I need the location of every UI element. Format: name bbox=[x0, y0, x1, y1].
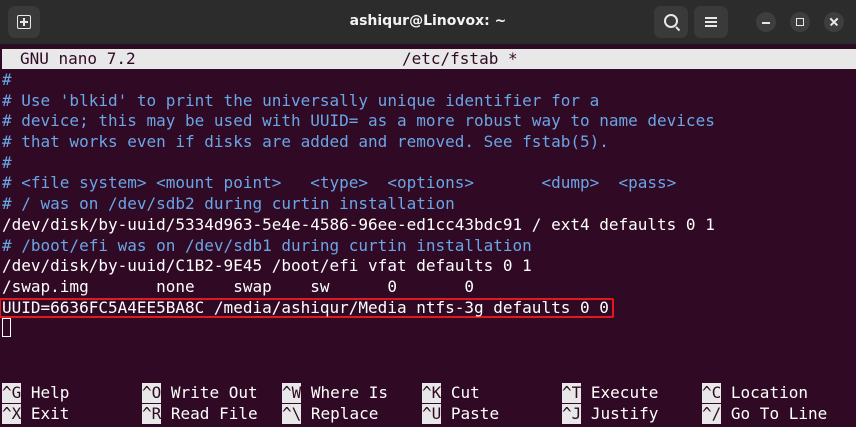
editor-line: # <file system> <mount point> <type> <op… bbox=[2, 173, 715, 194]
minimize-icon bbox=[762, 22, 770, 24]
shortcut-label: Write Out bbox=[170, 383, 258, 402]
shortcut-key: ^K bbox=[422, 383, 442, 403]
shortcut-read-file[interactable]: ^R Read File bbox=[142, 403, 258, 424]
search-button[interactable] bbox=[654, 6, 688, 38]
editor-line: UUID=6636FC5A4EE5BA8C /media/ashiqur/Med… bbox=[0, 297, 715, 319]
comment-line-text: # device; this may be used with UUID= as… bbox=[2, 111, 715, 131]
shortcut-key: ^/ bbox=[702, 403, 722, 424]
shortcut-label: Execute bbox=[590, 383, 659, 402]
title-bar: ashiqur@Linovox: ~ bbox=[0, 0, 856, 45]
editor-line: /swap.img none swap sw 0 0 bbox=[2, 277, 715, 298]
entry-line-text: /dev/disk/by-uuid/5334d963-5e4e-4586-96e… bbox=[2, 214, 715, 234]
comment-line-text: # Use 'blkid' to print the universally u… bbox=[2, 90, 600, 110]
shortcut-paste[interactable]: ^U Paste bbox=[422, 403, 500, 424]
shortcut-cut[interactable]: ^K Cut bbox=[422, 383, 480, 403]
terminal-area[interactable]: GNU nano 7.2 /etc/fstab * # # Use 'blkid'… bbox=[0, 45, 856, 427]
shortcut-key: ^G bbox=[2, 383, 22, 403]
shortcut-key: ^T bbox=[562, 383, 582, 403]
shortcut-label: Location bbox=[730, 383, 808, 402]
editor-line: /dev/disk/by-uuid/5334d963-5e4e-4586-96e… bbox=[2, 215, 715, 236]
shortcut-where-is[interactable]: ^W Where Is bbox=[282, 383, 388, 403]
shortcut-key: ^\ bbox=[282, 403, 302, 424]
comment-line-text: # that works even if disks are added and… bbox=[2, 132, 609, 152]
shortcut-label: Justify bbox=[590, 403, 659, 423]
close-button[interactable] bbox=[824, 12, 844, 32]
shortcut-write-out[interactable]: ^O Write Out bbox=[142, 383, 258, 403]
shortcut-key: ^C bbox=[702, 383, 722, 403]
comment-line-text: # bbox=[2, 70, 12, 89]
comment-line-text: # bbox=[2, 152, 12, 172]
cursor-line bbox=[2, 318, 715, 339]
editor-line: # device; this may be used with UUID= as… bbox=[2, 111, 715, 132]
comment-line-text: # / was on /dev/sdb2 during curtin insta… bbox=[2, 194, 455, 214]
shortcut-key: ^X bbox=[2, 403, 22, 424]
editor-buffer[interactable]: # # Use 'blkid' to print the universally … bbox=[0, 70, 715, 339]
shortcut-bar: ^G Help ^O Write Out ^W Where Is ^K Cut ^T E… bbox=[2, 383, 856, 425]
nano-header-bar: GNU nano 7.2 /etc/fstab * bbox=[2, 49, 856, 69]
hamburger-menu-icon bbox=[705, 17, 717, 27]
editor-line: /dev/disk/by-uuid/C1B2-9E45 /boot/efi vf… bbox=[2, 256, 715, 277]
editor-line: # /boot/efi was on /dev/sdb1 during curt… bbox=[2, 236, 715, 257]
search-icon bbox=[664, 14, 678, 28]
menu-button[interactable] bbox=[694, 6, 728, 38]
shortcut-key: ^O bbox=[142, 383, 162, 403]
shortcut-go-to-line[interactable]: ^/ Go To Line bbox=[702, 403, 828, 424]
shortcut-label: Read File bbox=[170, 403, 258, 423]
shortcut-location[interactable]: ^C Location bbox=[702, 383, 808, 403]
shortcut-label: Paste bbox=[450, 403, 500, 423]
shortcut-help[interactable]: ^G Help bbox=[2, 383, 69, 403]
maximize-icon bbox=[796, 18, 804, 26]
maximize-button[interactable] bbox=[790, 12, 810, 32]
text-cursor bbox=[2, 318, 11, 338]
shortcut-key: ^U bbox=[422, 403, 442, 424]
shortcut-key: ^W bbox=[282, 383, 302, 403]
comment-line-text: # <file system> <mount point> <type> <op… bbox=[2, 173, 677, 193]
nano-version: GNU nano 7.2 bbox=[20, 49, 136, 68]
shortcut-execute[interactable]: ^T Execute bbox=[562, 383, 658, 403]
shortcut-label: Go To Line bbox=[730, 403, 828, 423]
shortcut-label: Cut bbox=[450, 383, 480, 402]
shortcut-justify[interactable]: ^J Justify bbox=[562, 403, 659, 424]
editor-line: # that works even if disks are added and… bbox=[2, 132, 715, 153]
shortcut-exit[interactable]: ^X Exit bbox=[2, 403, 70, 424]
shortcut-label: Exit bbox=[30, 403, 70, 423]
comment-line-text: # /boot/efi was on /dev/sdb1 during curt… bbox=[2, 235, 532, 255]
shortcut-key: ^R bbox=[142, 403, 162, 424]
editor-line: # / was on /dev/sdb2 during curtin insta… bbox=[2, 194, 715, 215]
editor-line: # bbox=[2, 70, 715, 91]
shortcut-label: Replace bbox=[310, 403, 379, 423]
shortcut-replace[interactable]: ^\ Replace bbox=[282, 403, 379, 424]
highlighted-fstab-entry: UUID=6636FC5A4EE5BA8C /media/ashiqur/Med… bbox=[0, 297, 614, 318]
nano-filename: /etc/fstab * bbox=[402, 49, 518, 68]
entry-line-text: /dev/disk/by-uuid/C1B2-9E45 /boot/efi vf… bbox=[2, 256, 532, 276]
minimize-button[interactable] bbox=[756, 12, 776, 32]
editor-line: # bbox=[2, 153, 715, 174]
editor-line: # Use 'blkid' to print the universally u… bbox=[2, 91, 715, 112]
shortcut-label: Where Is bbox=[310, 383, 388, 402]
entry-line-text: /swap.img none swap sw 0 0 bbox=[2, 276, 475, 296]
shortcut-label: Help bbox=[30, 383, 70, 402]
shortcut-key: ^J bbox=[562, 403, 582, 424]
